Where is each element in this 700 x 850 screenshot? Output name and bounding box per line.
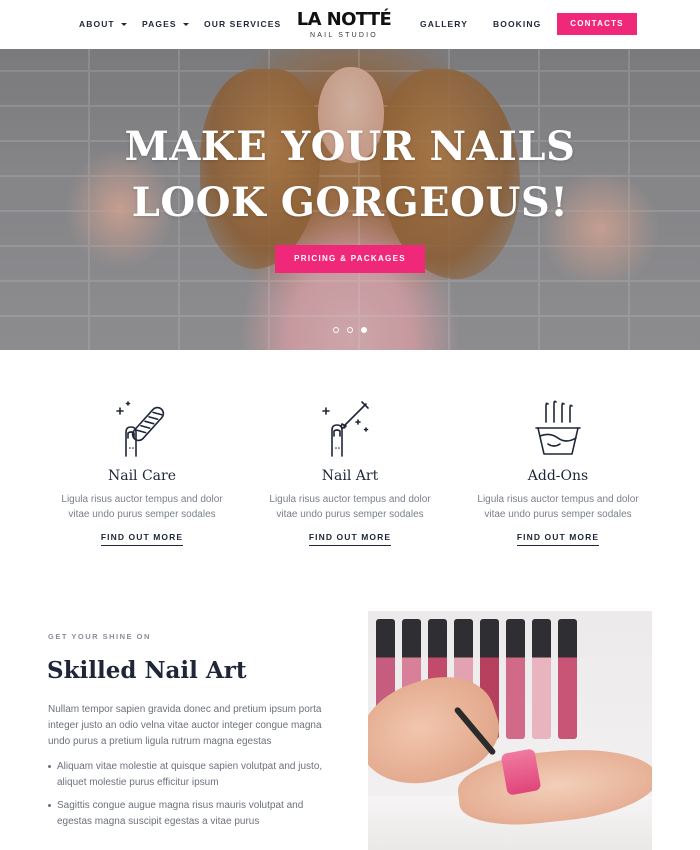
nail-polish-brush-icon bbox=[322, 401, 369, 457]
nav-about-label: ABOUT bbox=[79, 19, 115, 29]
service-title: Add-Ons bbox=[527, 468, 589, 484]
polish-bottle bbox=[532, 619, 551, 739]
list-item: Sagittis congue augue magna risus mauris… bbox=[48, 798, 338, 830]
slider-dot-1[interactable] bbox=[333, 327, 339, 333]
service-description: Ligula risus auctor tempus and dolor vit… bbox=[477, 494, 639, 520]
nav-our-services[interactable]: OUR SERVICES bbox=[204, 19, 281, 29]
slider-pagination bbox=[333, 327, 369, 335]
section-eyebrow: GET YOUR SHINE ON bbox=[48, 632, 151, 641]
nail-file-icon bbox=[116, 401, 165, 457]
logo-wordmark: LA NOTTÉ bbox=[296, 9, 392, 30]
find-out-more-link[interactable]: FIND OUT MORE bbox=[100, 532, 184, 546]
nav-gallery[interactable]: GALLERY bbox=[420, 19, 468, 29]
list-item: Aliquam vitae molestie at quisque sapien… bbox=[48, 759, 338, 791]
hero-title: MAKE YOUR NAILS LOOK GORGEOUS! bbox=[0, 119, 700, 231]
nav-booking[interactable]: BOOKING bbox=[493, 19, 541, 29]
site-logo[interactable]: LA NOTTÉ NAIL STUDIO bbox=[290, 10, 398, 40]
slider-dot-2[interactable] bbox=[347, 327, 353, 333]
chevron-down-icon bbox=[120, 23, 127, 26]
section-title: Skilled Nail Art bbox=[47, 657, 247, 684]
pricing-packages-button[interactable]: PRICING & PACKAGES bbox=[275, 245, 425, 273]
chevron-down-icon bbox=[182, 23, 189, 26]
contacts-button[interactable]: CONTACTS bbox=[557, 13, 637, 35]
nav-about[interactable]: ABOUT bbox=[79, 19, 127, 29]
service-title: Nail Care bbox=[107, 468, 177, 484]
polish-bottle bbox=[500, 748, 542, 796]
manicure-photo bbox=[368, 611, 652, 850]
hero-slider: MAKE YOUR NAILS LOOK GORGEOUS! PRICING &… bbox=[0, 49, 700, 350]
find-out-more-link[interactable]: FIND OUT MORE bbox=[516, 532, 600, 546]
service-title: Nail Art bbox=[321, 468, 379, 484]
site-header: ABOUT PAGES OUR SERVICES LA NOTTÉ NAIL S… bbox=[0, 0, 700, 49]
hero-title-line: LOOK GORGEOUS! bbox=[131, 179, 569, 226]
service-card-nail-care: Nail Care Ligula risus auctor tempus and… bbox=[42, 398, 242, 546]
slider-dot-3[interactable] bbox=[361, 327, 367, 333]
service-card-add-ons: Add-Ons Ligula risus auctor tempus and d… bbox=[458, 398, 658, 546]
service-card-nail-art: Nail Art Ligula risus auctor tempus and … bbox=[250, 398, 450, 546]
nav-pages[interactable]: PAGES bbox=[142, 19, 189, 29]
nav-pages-label: PAGES bbox=[142, 19, 177, 29]
find-out-more-link[interactable]: FIND OUT MORE bbox=[308, 532, 392, 546]
soak-bowl-icon bbox=[535, 400, 581, 455]
hero-title-line: MAKE YOUR NAILS bbox=[124, 123, 576, 170]
feature-bullet-list: Aliquam vitae molestie at quisque sapien… bbox=[48, 759, 338, 837]
polish-bottle bbox=[558, 619, 577, 739]
polish-bottle bbox=[506, 619, 525, 739]
logo-tagline: NAIL STUDIO bbox=[310, 32, 378, 39]
service-description: Ligula risus auctor tempus and dolor vit… bbox=[61, 494, 223, 520]
service-description: Ligula risus auctor tempus and dolor vit… bbox=[269, 494, 431, 520]
section-paragraph: Nullam tempor sapien gravida donec and p… bbox=[48, 704, 322, 747]
